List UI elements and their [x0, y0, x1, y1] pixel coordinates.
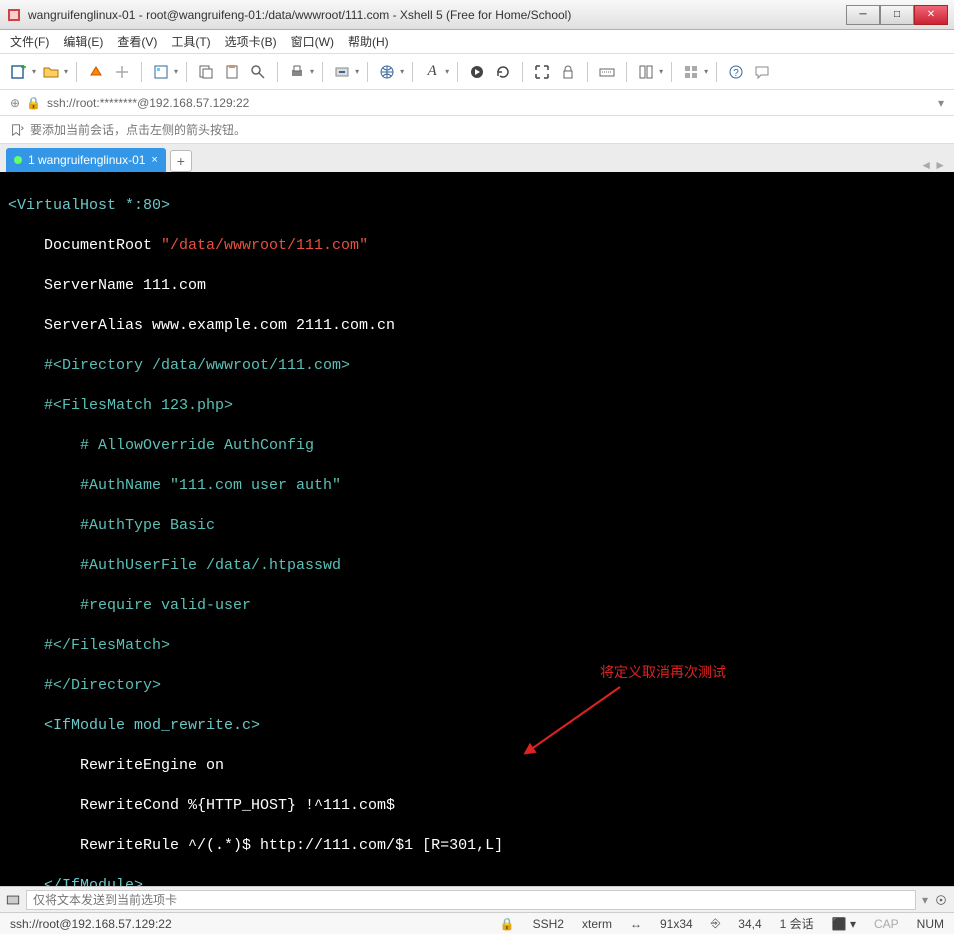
tab-next-icon[interactable]: ►	[934, 158, 946, 172]
menu-help[interactable]: 帮助(H)	[348, 33, 389, 50]
app-icon	[6, 7, 22, 23]
paste-icon[interactable]	[221, 61, 243, 83]
minimize-button[interactable]: ─	[846, 5, 880, 25]
send-input[interactable]	[26, 890, 916, 910]
tab-label: 1 wangruifenglinux-01	[28, 153, 145, 167]
infobar: 要添加当前会话，点击左侧的箭头按钮。	[0, 116, 954, 144]
globe-icon[interactable]	[376, 61, 398, 83]
tile-icon[interactable]	[635, 61, 657, 83]
status-proto-icon: 🔒	[500, 917, 515, 931]
statusbar: ssh://root@192.168.57.129:22 🔒 SSH2 xter…	[0, 912, 954, 934]
window-titlebar: wangruifenglinux-01 - root@wangruifeng-0…	[0, 0, 954, 30]
svg-text:?: ?	[733, 68, 739, 79]
menu-tabs[interactable]: 选项卡(B)	[225, 33, 277, 50]
status-pos: 34,4	[738, 917, 761, 931]
addressbar-add-icon[interactable]: ⊕	[10, 96, 20, 110]
status-connection: ssh://root@192.168.57.129:22	[10, 917, 172, 931]
status-pos-icon: ⎆	[711, 916, 721, 931]
send-mode-icon[interactable]	[6, 893, 20, 907]
new-session-icon[interactable]	[8, 61, 30, 83]
menubar: 文件(F) 编辑(E) 查看(V) 工具(T) 选项卡(B) 窗口(W) 帮助(…	[0, 30, 954, 54]
annotation-text: 将定义取消再次测试	[600, 664, 726, 684]
lock-icon[interactable]	[557, 61, 579, 83]
status-cap: CAP	[874, 917, 899, 931]
status-sessions: 1 会话	[780, 915, 814, 932]
send-target-icon[interactable]: ▾	[922, 893, 928, 907]
open-folder-icon[interactable]	[40, 61, 62, 83]
tabbar: 1 wangruifenglinux-01 × + ◄ ►	[0, 144, 954, 172]
tab-close-icon[interactable]: ×	[151, 154, 157, 166]
addressbar-text[interactable]: ssh://root:********@192.168.57.129:22	[47, 96, 932, 110]
connected-indicator-icon	[14, 156, 22, 164]
send-settings-icon[interactable]	[934, 893, 948, 907]
fullscreen-icon[interactable]	[531, 61, 553, 83]
menu-file[interactable]: 文件(F)	[10, 33, 49, 50]
window-title: wangruifenglinux-01 - root@wangruifeng-0…	[28, 8, 846, 22]
print-icon[interactable]	[286, 61, 308, 83]
font-icon[interactable]: A	[421, 61, 443, 83]
script-icon[interactable]	[466, 61, 488, 83]
find-icon[interactable]	[247, 61, 269, 83]
maximize-button[interactable]: □	[880, 5, 914, 25]
session-tab[interactable]: 1 wangruifenglinux-01 ×	[6, 148, 166, 172]
status-num: NUM	[917, 917, 944, 931]
infobar-text: 要添加当前会话，点击左侧的箭头按钮。	[30, 121, 246, 138]
status-size-icon: ↔	[630, 917, 642, 931]
disconnect-icon[interactable]	[111, 61, 133, 83]
status-term: xterm	[582, 917, 612, 931]
menu-view[interactable]: 查看(V)	[117, 33, 157, 50]
chat-icon[interactable]	[751, 61, 773, 83]
status-size: 91x34	[660, 917, 693, 931]
close-button[interactable]: ✕	[914, 5, 948, 25]
menu-tools[interactable]: 工具(T)	[171, 33, 210, 50]
layout-icon[interactable]	[680, 61, 702, 83]
tab-add-button[interactable]: +	[170, 150, 192, 172]
tab-prev-icon[interactable]: ◄	[920, 158, 932, 172]
window-controls: ─ □ ✕	[846, 5, 948, 25]
send-inputbar: ▾	[0, 886, 954, 912]
properties-icon[interactable]	[150, 61, 172, 83]
menu-window[interactable]: 窗口(W)	[291, 33, 334, 50]
toolbar: ▾ ▾ ▾ ▾ ▾ ▾ A▾ ▾ ▾ ?	[0, 54, 954, 90]
refresh-icon[interactable]	[492, 61, 514, 83]
menu-edit[interactable]: 编辑(E)	[63, 33, 103, 50]
vhost-open: <VirtualHost *:80>	[8, 197, 170, 214]
status-proto: SSH2	[533, 917, 564, 931]
copy-icon[interactable]	[195, 61, 217, 83]
status-net-icon: ⬛ ▾	[832, 917, 856, 931]
terminal[interactable]: <VirtualHost *:80> DocumentRoot "/data/w…	[0, 172, 954, 886]
addressbar: ⊕ 🔒 ssh://root:********@192.168.57.129:2…	[0, 90, 954, 116]
xftp-icon[interactable]	[331, 61, 353, 83]
addressbar-dropdown-icon[interactable]: ▾	[938, 96, 944, 110]
help-icon[interactable]: ?	[725, 61, 747, 83]
lock-small-icon: 🔒	[26, 96, 41, 110]
bookmark-icon[interactable]	[10, 123, 24, 137]
annotation-arrow-icon	[520, 682, 630, 762]
reconnect-icon[interactable]	[85, 61, 107, 83]
keyboard-icon[interactable]	[596, 61, 618, 83]
